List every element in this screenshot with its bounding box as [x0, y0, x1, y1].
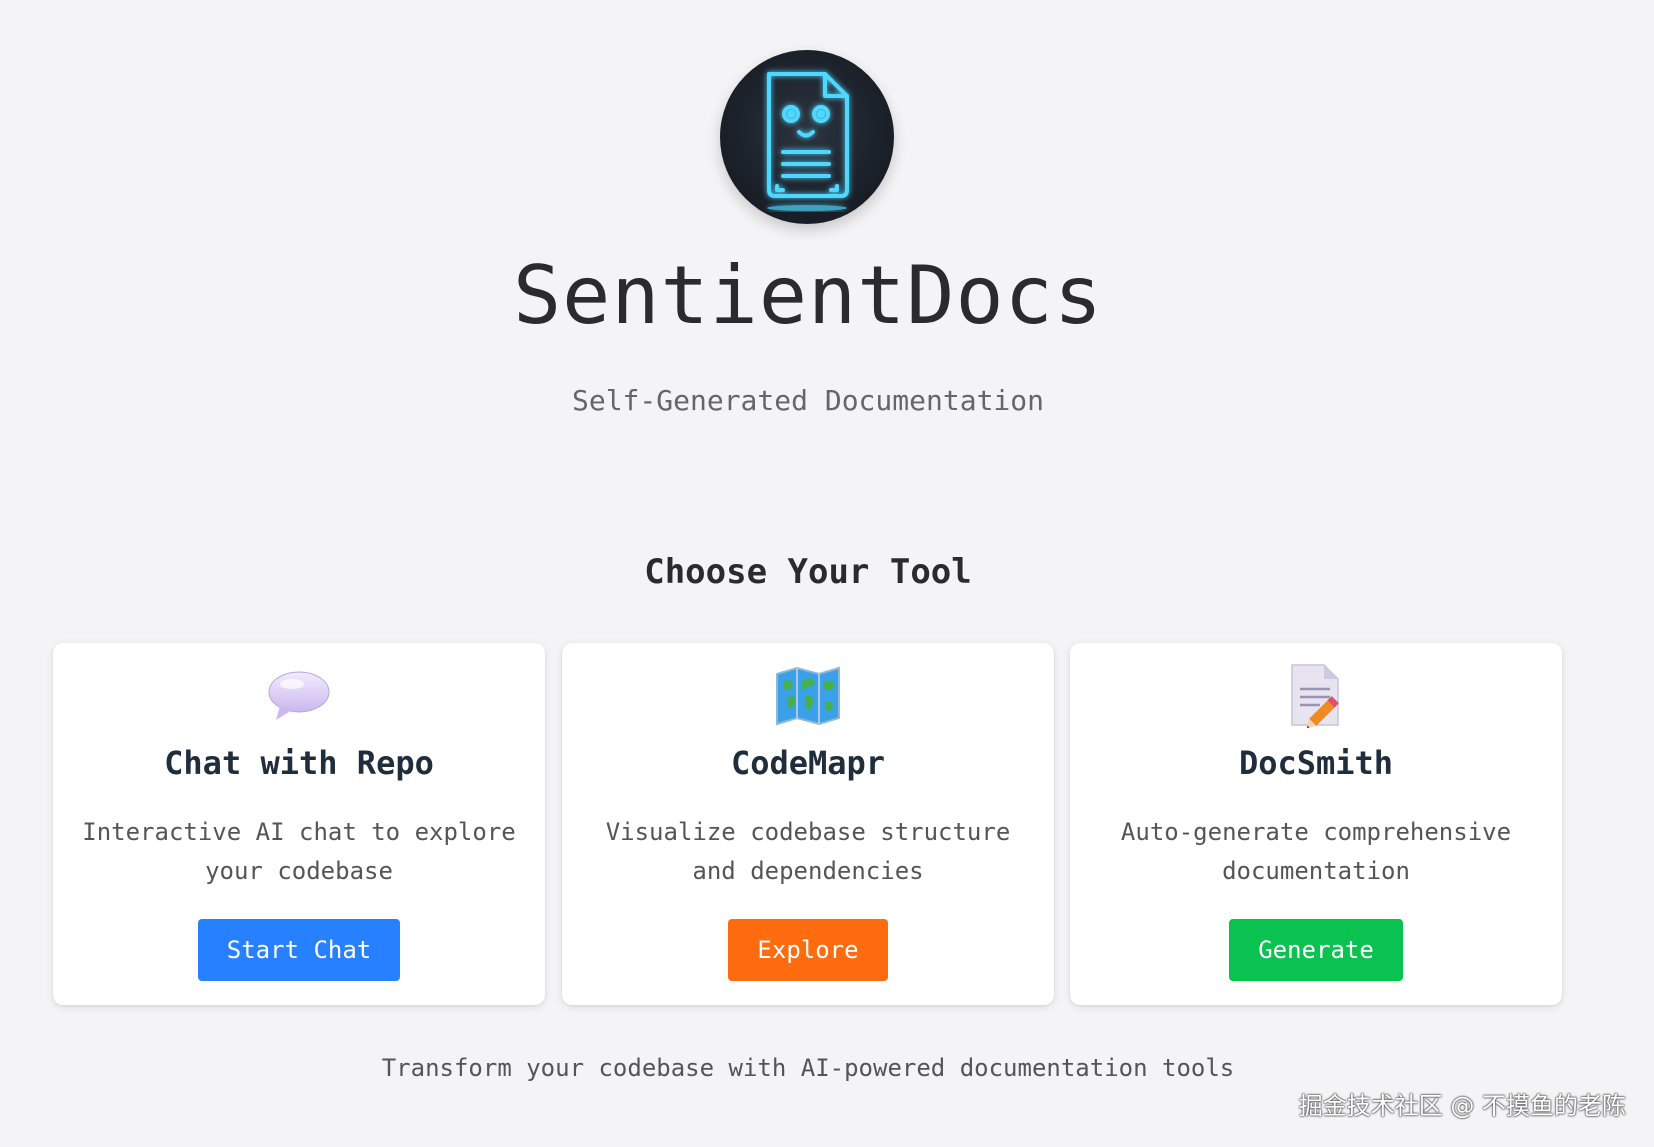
document-pencil-icon [1070, 661, 1562, 731]
speech-bubble-icon [53, 661, 545, 731]
card-description: Visualize codebase structure and depende… [605, 818, 1011, 885]
app-title: SentientDocs [513, 249, 1103, 342]
explore-button[interactable]: Explore [728, 919, 888, 981]
tool-card-codemapr: CodeMapr Visualize codebase structure an… [562, 643, 1054, 1005]
card-description: Auto-generate comprehensive documentatio… [1120, 818, 1512, 885]
world-map-icon [562, 661, 1054, 731]
card-title: DocSmith [1238, 744, 1394, 782]
tool-card-docsmith: DocSmith Auto-generate comprehensive doc… [1070, 643, 1562, 1005]
app-subtitle: Self-Generated Documentation [571, 384, 1044, 417]
generate-button[interactable]: Generate [1229, 919, 1403, 981]
watermark-text: 掘金技术社区 @ 不摸鱼的老陈 [1298, 1092, 1626, 1120]
card-title: Chat with Repo [164, 744, 434, 782]
start-chat-button[interactable]: Start Chat [198, 919, 400, 981]
card-title: CodeMapr [730, 744, 886, 782]
card-description: Interactive AI chat to explore your code… [82, 818, 516, 885]
logo-icon [720, 50, 894, 224]
tool-card-chat-with-repo: Chat with Repo Interactive AI chat to ex… [53, 643, 545, 1005]
footer-tagline: Transform your codebase with AI-powered … [381, 1054, 1235, 1082]
section-title: Choose Your Tool [644, 552, 972, 592]
